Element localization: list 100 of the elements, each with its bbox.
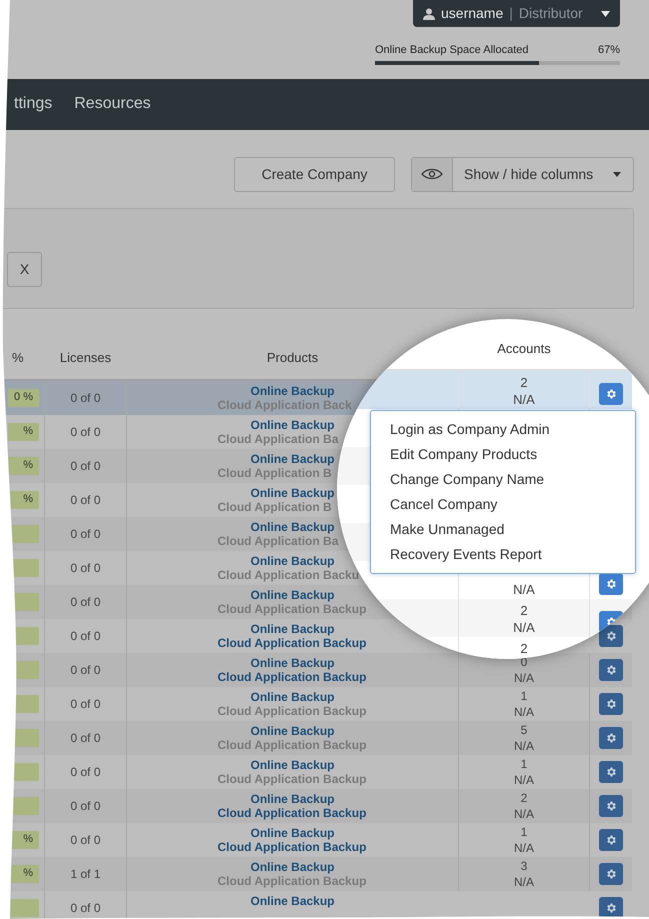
licenses-cell-text: 0 of 0: [70, 560, 101, 576]
licenses-cell-text: 0 of 0: [70, 798, 101, 814]
nav-link[interactable]: ttings: [14, 92, 52, 116]
caret-icon: [601, 10, 610, 16]
create-company-button[interactable]: Create Company: [234, 156, 395, 192]
accounts-cell: 1: [520, 688, 528, 704]
product-link[interactable]: Online Backup: [250, 792, 335, 806]
product-link[interactable]: Online Backup: [250, 486, 335, 500]
accounts-cell: N/A: [514, 806, 534, 822]
user-menu-button[interactable]: username | Distributor: [413, 0, 620, 27]
gear-icon: [605, 698, 617, 710]
product-link[interactable]: Online Backup: [250, 724, 335, 738]
product-link[interactable]: Online Backup: [250, 622, 335, 636]
product-link[interactable]: Online Backup: [250, 588, 335, 602]
product-link[interactable]: Online Backup: [250, 418, 335, 432]
accounts-cell: N/A: [513, 391, 535, 408]
accounts-cell: N/A: [514, 840, 534, 856]
accounts-cell: 1: [520, 824, 528, 840]
quota-label: Online Backup Space Allocated: [375, 43, 528, 58]
licenses-cell-text: 0 of 0: [70, 424, 101, 440]
settings-button[interactable]: [599, 573, 623, 595]
settings-button[interactable]: [599, 862, 623, 884]
product-link[interactable]: Cloud Application Backup: [218, 670, 366, 684]
licenses-cell-text: 0 of 0: [70, 628, 101, 644]
menu-item[interactable]: Recovery Events Report: [371, 542, 635, 567]
product-link[interactable]: Cloud Application Backup: [218, 840, 366, 854]
product-link[interactable]: Online Backup: [250, 384, 335, 398]
usage-text: %: [23, 458, 33, 474]
licenses-cell-text: 0 of 0: [70, 458, 101, 474]
quota-reading: 67%: [598, 43, 620, 58]
gear-icon: [605, 616, 617, 628]
settings-button[interactable]: [599, 726, 623, 748]
usage-text: %: [23, 424, 33, 440]
gear-icon: [605, 388, 617, 400]
product-link[interactable]: Online Backup: [250, 554, 335, 568]
column-header: %: [12, 350, 24, 365]
gear-icon: [605, 630, 617, 642]
product-link[interactable]: Online Backup: [250, 452, 335, 466]
menu-item[interactable]: Login as Company Admin: [371, 417, 635, 442]
accounts-cell: N/A: [514, 772, 534, 788]
eye-icon: [421, 168, 443, 180]
accounts-cell: 1: [520, 756, 528, 772]
gear-icon: [605, 664, 617, 676]
product-link[interactable]: Online Backup: [250, 860, 335, 874]
product-link[interactable]: Online Backup: [250, 826, 335, 840]
column-header: Products: [266, 350, 318, 365]
licenses-cell-text: 0 of 0: [70, 900, 101, 916]
product-link[interactable]: Online Backup: [250, 690, 335, 704]
settings-button[interactable]: [599, 383, 623, 405]
accounts-cell: 2: [520, 374, 528, 391]
settings-button[interactable]: [599, 624, 623, 646]
product-link[interactable]: Online Backup: [250, 758, 335, 772]
accounts-cell: N/A: [513, 619, 535, 636]
gear-icon: [605, 578, 617, 590]
accounts-cell: 2: [520, 602, 528, 619]
show-hide-columns-button[interactable]: Show / hide columns: [411, 156, 634, 192]
licenses-cell-text: 0 of 0: [70, 696, 101, 712]
gear-icon: [605, 766, 617, 778]
accounts-cell: N/A: [514, 704, 534, 720]
gear-icon: [605, 800, 617, 812]
licenses-cell-text: 0 of 0: [70, 764, 101, 780]
gear-icon: [605, 834, 617, 846]
settings-button[interactable]: [599, 658, 623, 680]
menu-item[interactable]: Cancel Company: [371, 492, 635, 517]
usage-text: %: [23, 866, 33, 882]
licenses-cell-text: 0 of 0: [70, 730, 101, 746]
accounts-cell: N/A: [514, 670, 534, 686]
caret-icon: [613, 172, 621, 176]
accounts-cell: 5: [520, 722, 528, 738]
clear-filter-button[interactable]: X: [7, 252, 42, 286]
licenses-cell-text: 0 of 0: [70, 492, 101, 508]
licenses-cell-text: 0 of 0: [70, 526, 101, 542]
menu-item[interactable]: Make Unmanaged: [371, 517, 635, 542]
column-header: Licenses: [60, 350, 112, 365]
usage-text: 0 %: [14, 390, 33, 406]
licenses-cell-text: 0 of 0: [70, 594, 101, 610]
gear-icon: [605, 902, 617, 914]
nav-link[interactable]: Resources: [74, 92, 151, 116]
settings-button[interactable]: [599, 828, 623, 850]
product-link[interactable]: Online Backup: [250, 520, 335, 534]
product-link[interactable]: Online Backup: [250, 894, 335, 908]
accounts-cell: 2: [520, 790, 528, 806]
product-link[interactable]: Online Backup: [250, 656, 335, 670]
accounts-cell: N/A: [514, 874, 534, 890]
settings-button[interactable]: [599, 692, 623, 714]
usage-text: %: [23, 492, 33, 508]
menu-item[interactable]: Edit Company Products: [371, 442, 635, 467]
settings-button[interactable]: [599, 794, 623, 816]
usage-bar: [8, 898, 39, 916]
product-link[interactable]: Cloud Application Backup: [218, 636, 366, 650]
column-header: Accounts: [497, 340, 551, 356]
settings-button[interactable]: [599, 896, 623, 918]
accounts-cell: 3: [520, 858, 528, 874]
gear-icon: [605, 732, 617, 744]
settings-button[interactable]: [599, 760, 623, 782]
licenses-cell-text: 0 of 0: [70, 662, 101, 678]
menu-item[interactable]: Change Company Name: [371, 467, 635, 492]
product-link[interactable]: Cloud Application Backup: [218, 806, 366, 820]
licenses-cell-text: 0 of 0: [70, 390, 101, 406]
accounts-cell: N/A: [513, 581, 535, 598]
